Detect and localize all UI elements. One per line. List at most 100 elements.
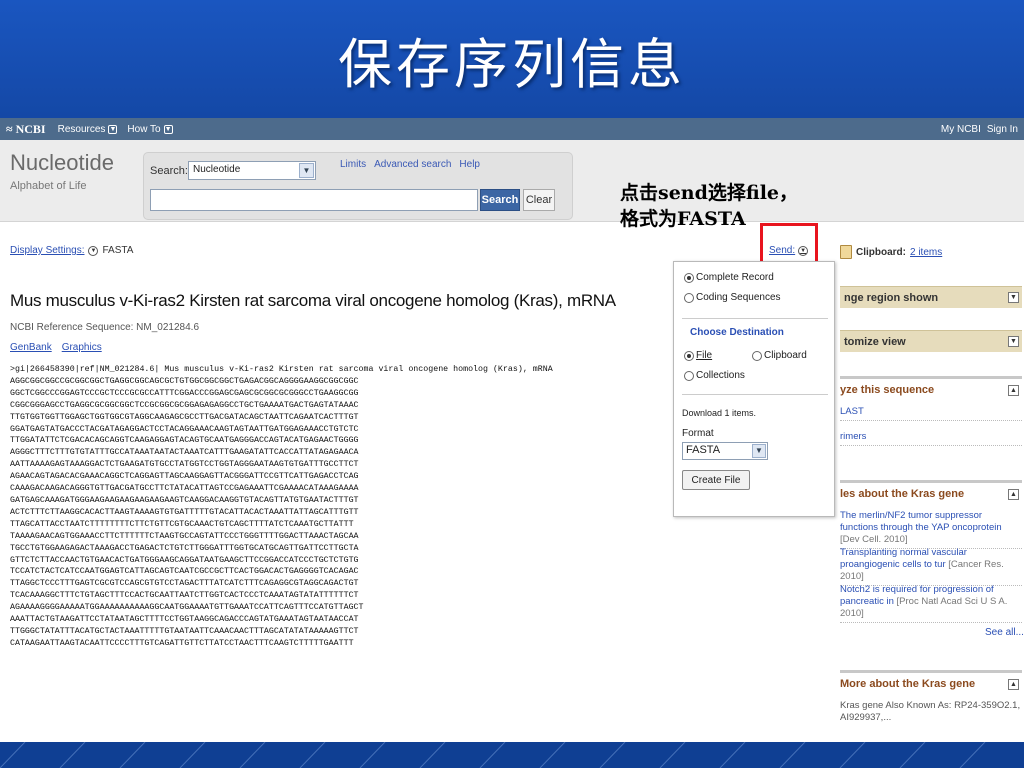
- ncbi-logo[interactable]: ≈ NCBI: [6, 122, 46, 137]
- dropdown-arrow-icon: ▼: [752, 444, 766, 458]
- dropdown-arrow-icon: ▼: [299, 163, 314, 178]
- help-link[interactable]: Help: [459, 159, 480, 170]
- choose-destination-heading: Choose Destination: [690, 327, 784, 338]
- create-file-button[interactable]: Create File: [682, 470, 750, 490]
- clipboard-status: Clipboard: 2 items: [840, 245, 942, 259]
- sequence-line: TCCATCTACTCATCCAATGGAGTCATTAGCAGTCAATCGC…: [10, 567, 359, 577]
- format-label: Format: [682, 428, 714, 439]
- record-title: Mus musculus v-Ki-ras2 Kirsten rat sarco…: [10, 291, 616, 310]
- sequence-line: GATGAGCAAAGATGGGAAGAAGAAGAAGAAGAAGTCAAGG…: [10, 495, 359, 505]
- sequence-line: GGATGAGTATGACCCTACGATAGAGGACTCCTACAGGAAA…: [10, 424, 359, 434]
- expand-icon[interactable]: ▼: [1008, 292, 1019, 303]
- sequence-line: CAAAGACAAGACAGGGTGTTGACGATGCCTTCTATACATT…: [10, 484, 359, 494]
- option-complete-record-label: Complete Record: [696, 272, 774, 283]
- my-ncbi-link[interactable]: My NCBI: [941, 124, 981, 135]
- sequence-line: AAATTACTGTAAGATTCCTATAATAGCTTTTCCTGGTAAG…: [10, 615, 359, 625]
- expand-icon[interactable]: ▼: [1008, 336, 1019, 347]
- sequence-line: CGGCGGGAGCCTGAGGCGCGGCGGCTCCGCGGCGCGGAGA…: [10, 400, 359, 410]
- divider: [682, 318, 828, 319]
- download-count: Download 1 items.: [682, 408, 757, 418]
- articles-heading: les about the Kras gene ▲: [840, 480, 1022, 500]
- option-complete-record[interactable]: Complete Record: [684, 272, 774, 283]
- customize-view-panel[interactable]: tomize view ▼: [840, 330, 1022, 352]
- sequence-line: TTGGATATTCTCGACACAGCAGGTCAAGAGGAGTACAGTG…: [10, 436, 359, 446]
- sequence-line: TGCCTGTGGAAGAGACTAAAGACCTGAGACTCTGTCTTGG…: [10, 543, 359, 553]
- option-file[interactable]: File: [684, 350, 712, 361]
- limits-link[interactable]: Limits: [340, 159, 366, 170]
- menu-howto[interactable]: How To ▼: [127, 123, 173, 135]
- option-collections-label: Collections: [696, 370, 745, 381]
- blast-link[interactable]: LAST: [840, 406, 1022, 421]
- annotation-line-1: 点击send选择file，: [620, 182, 799, 204]
- search-input[interactable]: [150, 189, 478, 211]
- search-button[interactable]: Search: [480, 189, 520, 211]
- db-subtitle: Alphabet of Life: [10, 180, 87, 192]
- genbank-link[interactable]: GenBank: [10, 342, 52, 353]
- graphics-link[interactable]: Graphics: [62, 342, 102, 353]
- more-about-text: Kras gene Also Known As: RP24-359O2.1, A…: [840, 700, 1021, 723]
- sequence-line: TTGGGCTATATTTACATGCTACTAAATTTTTGTAATAATT…: [10, 626, 359, 636]
- db-select-value: Nucleotide: [193, 164, 241, 175]
- article-item[interactable]: Transplanting normal vascular proangioge…: [840, 547, 1022, 586]
- ncbi-logo-icon: ≈: [6, 121, 13, 136]
- send-popup: Complete Record Coding Sequences Choose …: [673, 261, 835, 517]
- option-file-label: File: [696, 350, 713, 361]
- chevron-down-icon[interactable]: ▼: [88, 245, 99, 256]
- sequence-line: AGAAAAGGGGAAAAATGGAAAAAAAAAAGGCAATGGAAAA…: [10, 603, 364, 613]
- article-item[interactable]: Notch2 is required for progression of pa…: [840, 584, 1022, 623]
- clipboard-icon: [840, 245, 852, 259]
- db-select[interactable]: Nucleotide ▼: [188, 161, 316, 180]
- format-select[interactable]: FASTA ▼: [682, 442, 768, 460]
- record-accession: NCBI Reference Sequence: NM_021284.6: [10, 322, 200, 333]
- advanced-search-link[interactable]: Advanced search: [374, 159, 451, 170]
- sequence-line: TTGTGGTGGTTGGAGCTGGTGGCGTAGGCAAGAGCGCCTT…: [10, 412, 359, 422]
- footer-decoration: [0, 742, 986, 768]
- slide-footer: [0, 742, 1024, 768]
- option-clipboard[interactable]: Clipboard: [752, 350, 807, 361]
- ncbi-screenshot: ≈ NCBI Resources ▼ How To ▼ My NCBI Sign…: [0, 118, 1024, 742]
- more-about-heading: More about the Kras gene ▲: [840, 670, 1022, 690]
- analyze-heading-label: yze this sequence: [840, 384, 935, 396]
- analyze-heading: yze this sequence ▲: [840, 376, 1022, 396]
- clear-button[interactable]: Clear: [523, 189, 555, 211]
- sequence-line: TCACAAAGGCTTTCTGTAGCTTTCCACTGCAATTAATCTT…: [10, 591, 359, 601]
- menu-resources-label: Resources: [57, 123, 106, 135]
- display-settings-link[interactable]: Display Settings:: [10, 245, 84, 256]
- sign-in-link[interactable]: Sign In: [987, 124, 1018, 135]
- collapse-icon[interactable]: ▲: [1008, 489, 1019, 500]
- sequence-line: ACTCTTTCTTAAGGCACACTTAAGTAAAAGTGTGATTTTT…: [10, 507, 359, 517]
- sequence-line: TAAAAGAACAGTGGAAACCTTCTTTTTTCTAAGTGCCAGT…: [10, 531, 359, 541]
- format-select-value: FASTA: [686, 444, 721, 456]
- fasta-sequence: >gi|266458390|ref|NM_021284.6| Mus muscu…: [10, 364, 570, 650]
- divider: [682, 394, 828, 395]
- sequence-line: CATAAGAATTAAGTACAATTCCCCTTTGTCAGATTGTTCT…: [10, 638, 354, 648]
- menu-resources[interactable]: Resources ▼: [58, 124, 118, 135]
- slide-title-bar: 保存序列信息: [0, 0, 1024, 118]
- collapse-icon[interactable]: ▲: [1008, 679, 1019, 690]
- display-settings: Display Settings: ▼ FASTA: [10, 245, 133, 256]
- search-panel: Search: Nucleotide ▼ Limits Advanced sea…: [143, 152, 573, 220]
- article-item[interactable]: The merlin/NF2 tumor suppressor function…: [840, 510, 1022, 549]
- clipboard-items-link[interactable]: 2 items: [910, 247, 942, 258]
- change-region-label: nge region shown: [844, 291, 939, 304]
- slide-title: 保存序列信息: [338, 32, 686, 96]
- articles-heading-label: les about the Kras gene: [840, 488, 965, 500]
- sequence-line: AGGCGGCGGCCGCGGCGGCTGAGGCGGCAGCGCTGTGGCG…: [10, 376, 359, 386]
- see-all-link[interactable]: See all...: [985, 627, 1024, 638]
- db-header: Nucleotide Alphabet of Life Search: Nucl…: [0, 140, 1024, 230]
- search-links: Limits Advanced search Help: [340, 159, 480, 170]
- record-links: GenBank Graphics: [10, 342, 102, 353]
- article-title: The merlin/NF2 tumor suppressor function…: [840, 510, 1002, 533]
- menu-howto-label: How To: [127, 123, 161, 135]
- sequence-line: GGCTCGGCCCGGAGTCCCGCTCCCGCGCCATTTCGGACCC…: [10, 388, 359, 398]
- radio-icon: [752, 350, 762, 361]
- radio-selected-icon: [684, 350, 694, 361]
- primers-link[interactable]: rimers: [840, 431, 1022, 446]
- option-collections[interactable]: Collections: [684, 370, 745, 381]
- change-region-panel[interactable]: nge region shown ▼: [840, 286, 1022, 308]
- more-about-heading-label: More about the Kras gene: [840, 678, 976, 690]
- option-coding-sequences[interactable]: Coding Sequences: [684, 292, 781, 303]
- customize-view-label: tomize view: [844, 335, 906, 348]
- collapse-icon[interactable]: ▲: [1008, 385, 1019, 396]
- ncbi-logo-text: NCBI: [15, 121, 46, 136]
